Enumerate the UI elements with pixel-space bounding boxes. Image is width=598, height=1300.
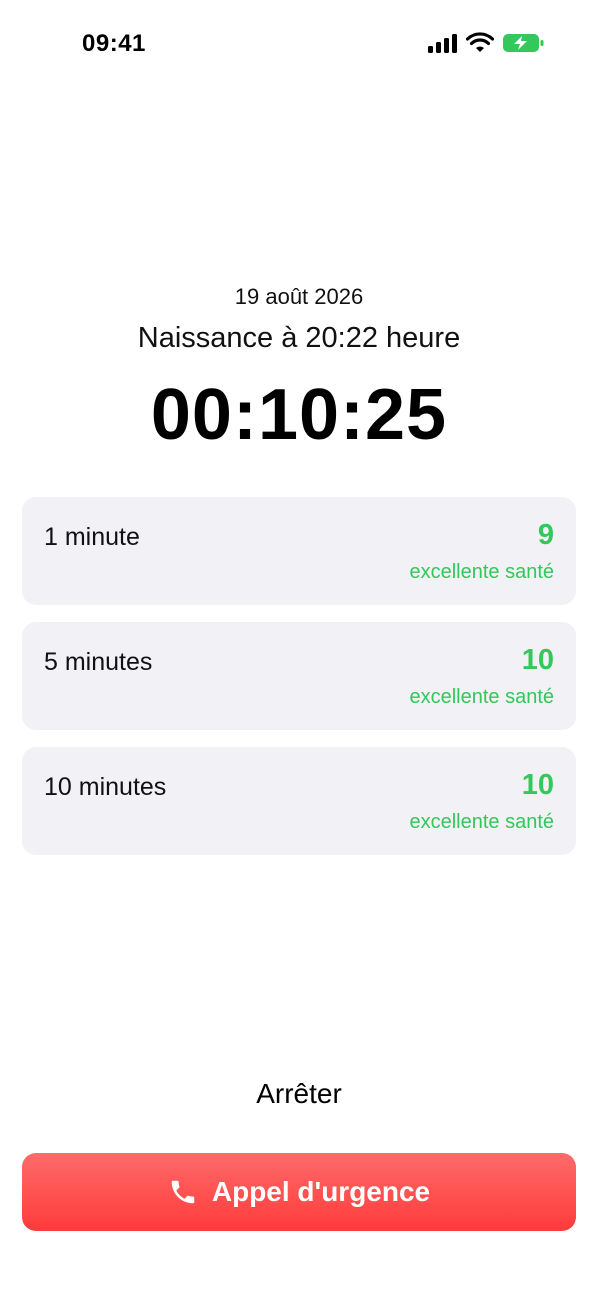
stop-button[interactable]: Arrêter: [0, 1078, 598, 1110]
score-card-label: 5 minutes: [44, 648, 153, 676]
score-value: 9: [537, 519, 554, 551]
birth-date: 19 août 2026: [234, 284, 364, 309]
status-time: 09:41: [82, 30, 146, 57]
birth-time-label: Naissance à 20:22 heure: [137, 322, 461, 354]
emergency-call-label: Appel d'urgence: [211, 1176, 431, 1207]
phone-icon: [168, 1177, 198, 1207]
cellular-signal-icon: [428, 33, 458, 53]
score-status: excellente santé: [409, 561, 554, 583]
score-status: excellente santé: [409, 811, 554, 833]
score-value: 10: [521, 644, 554, 676]
score-card-10-minutes[interactable]: 10 minutes 10 excellente santé: [22, 747, 576, 855]
elapsed-timer: 00:10:25: [150, 375, 448, 455]
emergency-call-button[interactable]: Appel d'urgence: [22, 1153, 576, 1231]
score-card-1-minute[interactable]: 1 minute 9 excellente santé: [22, 497, 576, 605]
score-card-label: 10 minutes: [44, 773, 167, 801]
score-status: excellente santé: [409, 686, 554, 708]
score-value: 10: [521, 769, 554, 801]
score-card-label: 1 minute: [44, 523, 140, 551]
status-bar: 09:41: [0, 0, 598, 90]
status-icons: [428, 32, 544, 54]
wifi-icon: [466, 32, 494, 54]
apgar-score-list: 1 minute 9 excellente santé 5 minutes 10…: [22, 497, 576, 872]
battery-charging-icon: [502, 32, 544, 54]
score-card-5-minutes[interactable]: 5 minutes 10 excellente santé: [22, 622, 576, 730]
